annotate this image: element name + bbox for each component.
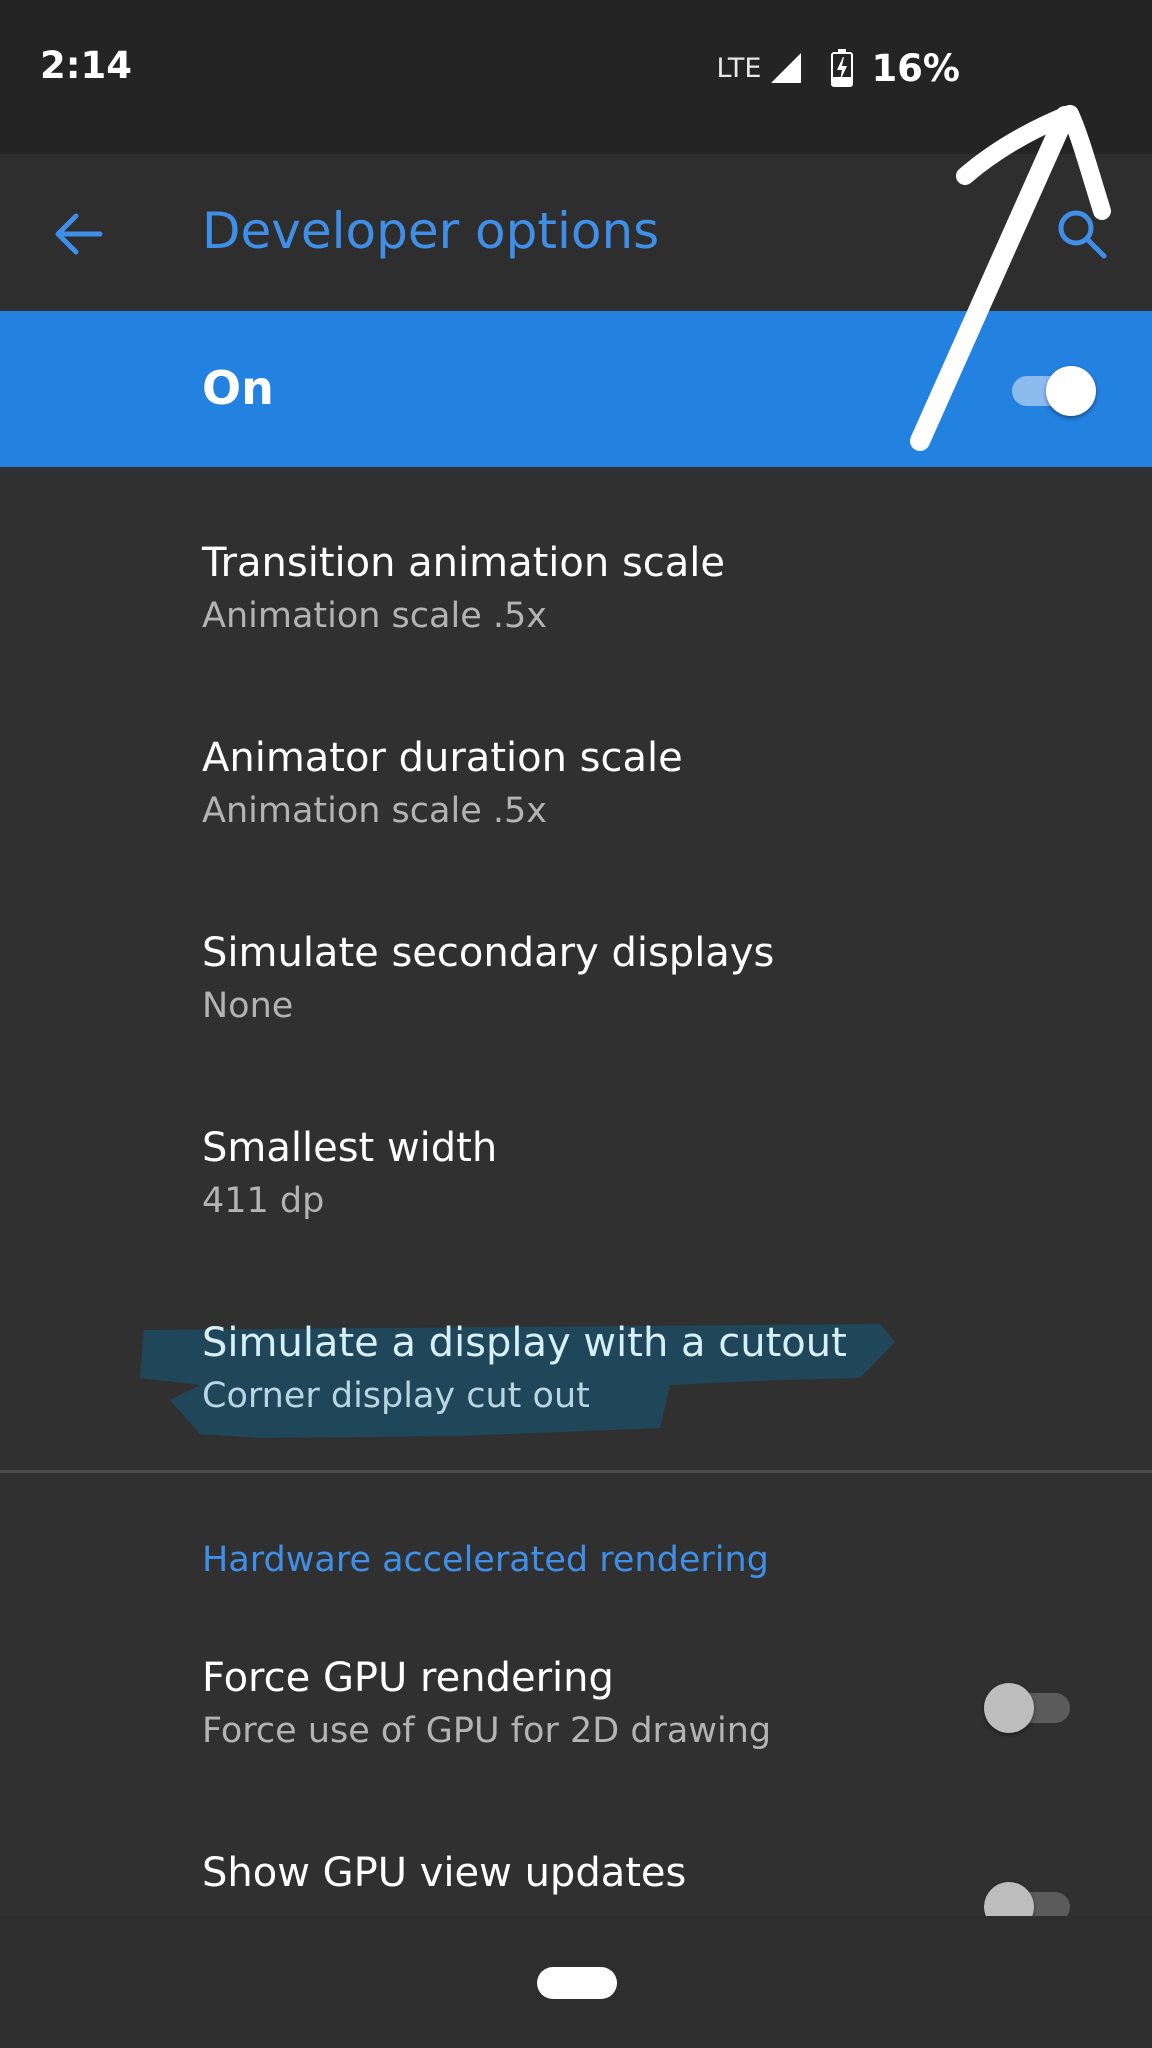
setting-simulate-display-cutout[interactable]: Simulate a display with a cutout Corner …	[0, 1250, 1152, 1445]
setting-summary: Corner display cut out	[202, 1376, 590, 1416]
navigation-bar	[0, 1916, 1152, 2048]
setting-summary: 411 dp	[202, 1181, 325, 1221]
show-gpu-updates-toggle[interactable]	[984, 1878, 1076, 1916]
hand-drawn-arrow-icon	[910, 105, 1111, 451]
setting-title: Force GPU rendering	[202, 1655, 614, 1701]
setting-force-gpu-rendering[interactable]: Force GPU rendering Force use of GPU for…	[0, 1615, 1152, 1810]
network-type: LTE	[716, 52, 762, 84]
battery-percentage: 16%	[871, 46, 960, 90]
setting-show-gpu-view-updates[interactable]: Show GPU view updates	[0, 1810, 1152, 1916]
setting-summary: Animation scale .5x	[202, 596, 547, 636]
home-handle[interactable]	[537, 1967, 617, 1999]
setting-title: Show GPU view updates	[202, 1850, 687, 1896]
setting-title: Animator duration scale	[202, 735, 683, 781]
page-title: Developer options	[202, 202, 660, 260]
toggle-thumb	[984, 1882, 1034, 1916]
master-switch-label: On	[202, 361, 274, 415]
setting-smallest-width[interactable]: Smallest width 411 dp	[0, 1055, 1152, 1250]
section-divider	[0, 1470, 1152, 1473]
setting-simulate-secondary-displays[interactable]: Simulate secondary displays None	[0, 860, 1152, 1055]
setting-summary: Animation scale .5x	[202, 791, 547, 831]
setting-animator-duration-scale[interactable]: Animator duration scale Animation scale …	[0, 665, 1152, 860]
setting-transition-animation-scale[interactable]: Transition animation scale Animation sca…	[0, 470, 1152, 665]
setting-summary: Force use of GPU for 2D drawing	[202, 1711, 772, 1751]
status-time: 2:14	[40, 44, 133, 87]
category-title: Hardware accelerated rendering	[202, 1540, 769, 1580]
signal-icon	[771, 53, 802, 83]
arrow-back-icon[interactable]	[48, 204, 108, 264]
force-gpu-toggle[interactable]	[984, 1679, 1076, 1735]
status-icons: LTE 16%	[717, 44, 960, 92]
setting-title: Transition animation scale	[202, 540, 726, 586]
battery-charging-icon	[831, 49, 854, 87]
setting-title: Smallest width	[202, 1125, 498, 1171]
setting-title: Simulate a display with a cutout	[202, 1320, 847, 1366]
toggle-thumb	[984, 1683, 1034, 1733]
setting-title: Simulate secondary displays	[202, 930, 775, 976]
setting-summary: None	[202, 986, 294, 1026]
